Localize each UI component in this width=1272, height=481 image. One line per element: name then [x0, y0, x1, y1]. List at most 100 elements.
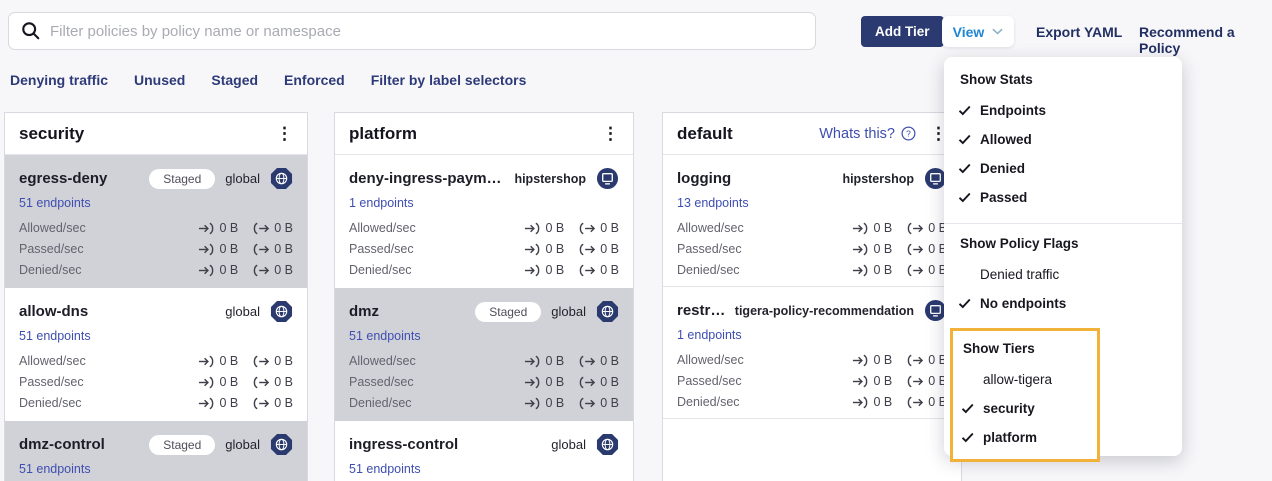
policy-card-dmz-control[interactable]: dmz-control Staged global 51 endpoints — [5, 421, 307, 481]
policy-card-logging[interactable]: logging hipstershop 13 endpoints Allowed… — [663, 155, 961, 287]
ingress-icon — [852, 396, 869, 409]
recommend-policy-link[interactable]: Recommend a Policy — [1139, 24, 1272, 56]
ingress-icon — [852, 375, 869, 388]
tier-header-default: default Whats this? ? ⋮ — [663, 113, 961, 155]
stat-label: Denied/sec — [349, 263, 412, 277]
policy-search-box[interactable] — [8, 12, 816, 50]
menu-item-denied-traffic[interactable]: Denied traffic — [944, 260, 1182, 289]
stat-label: Passed/sec — [677, 374, 742, 388]
quick-filters-row: Denying traffic Unused Staged Enforced F… — [10, 72, 526, 88]
namespace-label: hipstershop — [842, 172, 914, 186]
stat-value: 0 B — [600, 242, 619, 256]
namespace-label: hipstershop — [514, 172, 586, 186]
menu-item-allowed[interactable]: Allowed — [944, 125, 1182, 154]
stat-value: 0 B — [873, 374, 892, 388]
stat-value: 0 B — [274, 396, 293, 410]
stat-value: 0 B — [219, 396, 238, 410]
policy-card-dmz[interactable]: dmz Staged global 51 endpoints Allowed/s… — [335, 288, 633, 421]
endpoints-link[interactable]: 1 endpoints — [349, 196, 414, 210]
scope-label: global — [225, 171, 260, 186]
stat-value: 0 B — [873, 242, 892, 256]
policy-name: logging — [677, 170, 834, 187]
policy-search-input[interactable] — [50, 23, 803, 40]
policy-card-allow-dns[interactable]: allow-dns global 51 endpoints Allowed/se… — [5, 288, 307, 421]
stat-value: 0 B — [545, 375, 564, 389]
endpoints-link[interactable]: 51 endpoints — [349, 329, 421, 343]
endpoints-link[interactable]: 51 endpoints — [19, 329, 91, 343]
menu-divider — [944, 223, 1182, 224]
export-yaml-link[interactable]: Export YAML — [1036, 24, 1122, 40]
egress-icon — [253, 376, 270, 389]
menu-item-endpoints[interactable]: Endpoints — [944, 96, 1182, 125]
stat-value: 0 B — [873, 263, 892, 277]
stat-value: 0 B — [274, 375, 293, 389]
policy-card-ingress-control[interactable]: ingress-control global 51 endpoints — [335, 421, 633, 481]
endpoints-link[interactable]: 51 endpoints — [19, 462, 91, 476]
add-tier-button[interactable]: Add Tier — [861, 16, 944, 47]
stat-value: 0 B — [545, 396, 564, 410]
menu-item-platform[interactable]: platform — [953, 423, 1097, 452]
whats-this-link[interactable]: Whats this? ? — [819, 126, 916, 142]
filter-staged[interactable]: Staged — [211, 72, 258, 88]
tier-title: default — [677, 124, 733, 144]
policy-name: dmz — [349, 303, 467, 320]
egress-icon — [579, 397, 596, 410]
stat-value: 0 B — [600, 263, 619, 277]
check-icon — [958, 134, 980, 145]
menu-item-allow-tigera[interactable]: allow-tigera — [953, 365, 1097, 394]
egress-icon — [253, 222, 270, 235]
stat-label: Allowed/sec — [19, 354, 86, 368]
egress-icon — [579, 264, 596, 277]
stat-label: Allowed/sec — [349, 354, 416, 368]
menu-item-denied[interactable]: Denied — [944, 154, 1182, 183]
stat-value: 0 B — [600, 354, 619, 368]
stat-value: 0 B — [219, 221, 238, 235]
ingress-icon — [852, 243, 869, 256]
endpoints-link[interactable]: 51 endpoints — [19, 196, 91, 210]
tier-header-platform: platform ⋮ — [335, 113, 633, 155]
ingress-icon — [852, 354, 869, 367]
scope-label: global — [551, 304, 586, 319]
stat-label: Denied/sec — [19, 396, 82, 410]
stat-value: 0 B — [873, 221, 892, 235]
filter-unused[interactable]: Unused — [134, 72, 185, 88]
stat-label: Denied/sec — [677, 263, 740, 277]
tier-menu-icon[interactable]: ⋮ — [276, 125, 293, 142]
policy-card-deny-ingress[interactable]: deny-ingress-paymentservi… hipstershop 1… — [335, 155, 633, 288]
tier-menu-icon[interactable]: ⋮ — [602, 125, 619, 142]
endpoints-link[interactable]: 1 endpoints — [677, 328, 742, 342]
menu-section-show-tiers: Show Tiers — [953, 339, 1097, 359]
policy-name: dmz-control — [19, 436, 141, 453]
stat-value: 0 B — [274, 354, 293, 368]
policy-card-egress-deny[interactable]: egress-deny Staged global 51 endpoints A… — [5, 155, 307, 288]
ingress-icon — [198, 397, 215, 410]
menu-section-show-stats: Show Stats — [944, 70, 1182, 90]
scope-label: global — [551, 437, 586, 452]
check-icon — [961, 403, 983, 414]
global-scope-icon — [270, 433, 293, 456]
global-scope-icon — [270, 300, 293, 323]
policy-card-restricted[interactable]: restricted tigera-policy-recommendation … — [663, 287, 961, 419]
stat-value: 0 B — [873, 395, 892, 409]
stat-value: 0 B — [545, 263, 564, 277]
egress-icon — [253, 397, 270, 410]
endpoints-link[interactable]: 13 endpoints — [677, 196, 749, 210]
endpoints-link[interactable]: 51 endpoints — [349, 462, 421, 476]
filter-label-selectors[interactable]: Filter by label selectors — [371, 72, 527, 88]
staged-badge: Staged — [475, 302, 541, 322]
menu-item-security[interactable]: security — [953, 394, 1097, 423]
tier-title: security — [19, 124, 84, 144]
egress-icon — [253, 243, 270, 256]
view-menu-button[interactable]: View — [942, 16, 1014, 47]
menu-item-no-endpoints[interactable]: No endpoints — [944, 289, 1182, 318]
ingress-icon — [852, 222, 869, 235]
menu-item-passed[interactable]: Passed — [944, 183, 1182, 212]
ingress-icon — [524, 355, 541, 368]
filter-denying-traffic[interactable]: Denying traffic — [10, 72, 108, 88]
ingress-icon — [852, 264, 869, 277]
stat-value: 0 B — [545, 354, 564, 368]
stat-label: Allowed/sec — [19, 221, 86, 235]
global-scope-icon — [270, 167, 293, 190]
filter-enforced[interactable]: Enforced — [284, 72, 345, 88]
stat-label: Passed/sec — [349, 375, 414, 389]
